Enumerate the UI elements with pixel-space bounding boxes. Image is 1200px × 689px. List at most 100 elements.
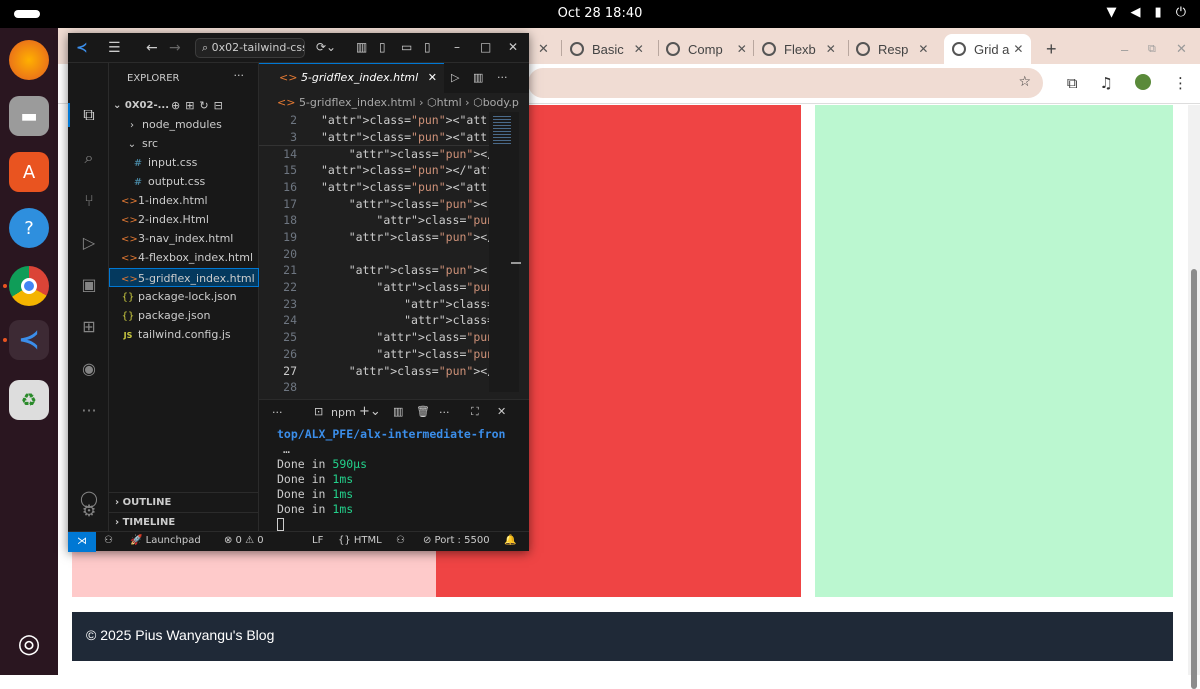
problems-indicator[interactable]: ⊗ 0 ⚠ 0: [224, 535, 264, 546]
language-mode[interactable]: {} HTML: [338, 535, 382, 546]
firefox-icon[interactable]: [9, 40, 49, 80]
explorer-actions[interactable]: ⊕⊞↻⊟: [171, 96, 228, 115]
new-tab-button[interactable]: +: [1046, 34, 1057, 64]
copilot-icon[interactable]: ⚇: [396, 535, 405, 546]
vscode-icon[interactable]: ≺: [9, 320, 49, 360]
code-line[interactable]: 28: [259, 379, 489, 392]
file-1-index[interactable]: <>1-index.html: [109, 191, 259, 210]
terminal-name[interactable]: npm: [331, 406, 356, 419]
files-icon[interactable]: ▬: [9, 96, 49, 136]
media-icon[interactable]: ♫: [1100, 74, 1113, 92]
editor-tab-active[interactable]: <> 5-gridflex_index.html ✕: [259, 63, 444, 93]
close-icon[interactable]: ✕: [538, 41, 549, 57]
extensions-icon[interactable]: ⊞: [78, 317, 100, 339]
code-line[interactable]: 17 "attr">class="pun"><"attr">class="tag…: [259, 196, 489, 213]
code-line[interactable]: 25 "attr">class="pun"></"attr">class="ta…: [259, 329, 489, 346]
address-bar[interactable]: ☆: [528, 68, 1043, 98]
maximize-button[interactable]: □: [480, 40, 491, 54]
volume-icon[interactable]: ◀: [1131, 5, 1141, 20]
toggle-panel-icon[interactable]: ▭: [401, 40, 412, 54]
code-line[interactable]: 22 "attr">class="pun"><"attr">class="tag…: [259, 279, 489, 296]
file-3-nav-index[interactable]: <>3-nav_index.html: [109, 229, 259, 248]
toggle-sidebar-icon[interactable]: ▯: [379, 40, 386, 54]
code-line[interactable]: 20: [259, 246, 489, 263]
tab-resp[interactable]: Resp ✕: [856, 34, 928, 64]
help-icon[interactable]: ?: [9, 208, 49, 248]
tab-grid[interactable]: Grid a ✕: [944, 34, 1032, 64]
power-icon[interactable]: ⏻: [1176, 5, 1186, 20]
settings-gear-icon[interactable]: ⚙: [78, 501, 100, 523]
more-icon[interactable]: ···: [439, 406, 450, 419]
file-5-gridflex-index[interactable]: <>5-gridflex_index.html: [109, 268, 259, 287]
accounts-icon[interactable]: ⚇: [104, 535, 113, 546]
clock[interactable]: Oct 28 18:40: [0, 6, 1200, 21]
close-icon[interactable]: ✕: [826, 42, 836, 56]
extensions-icon[interactable]: ⧉: [1067, 74, 1078, 92]
scrollbar-thumb[interactable]: [1191, 269, 1197, 689]
split-editor-icon[interactable]: ▥: [473, 71, 483, 84]
minimap[interactable]: [489, 112, 521, 392]
workspace-root[interactable]: ⌄ 0X02-... ⊕⊞↻⊟: [109, 96, 259, 115]
menu-icon[interactable]: ⋮: [1173, 74, 1188, 92]
tab-flexb[interactable]: Flexb ✕: [762, 34, 836, 64]
hamburger-menu-icon[interactable]: ☰: [108, 40, 121, 56]
more-actions-icon[interactable]: ···: [234, 69, 245, 82]
code-editor[interactable]: 2 "attr">class="pun"><"attr">class="tag">…: [259, 112, 489, 392]
more-actions-icon[interactable]: ···: [497, 71, 508, 84]
trash-icon[interactable]: ♻: [9, 380, 49, 420]
explorer-icon[interactable]: ⧉: [78, 105, 100, 127]
minimize-button[interactable]: –: [1121, 34, 1128, 64]
more-actions-icon[interactable]: ···: [272, 406, 283, 419]
forward-arrow-icon[interactable]: →: [169, 40, 181, 56]
file-4-flexbox-index[interactable]: <>4-flexbox_index.html: [109, 248, 259, 267]
tab-basic[interactable]: Basic ✕: [570, 34, 644, 64]
bookmark-star-icon[interactable]: ☆: [1018, 74, 1031, 90]
split-terminal-icon[interactable]: ▥: [393, 405, 403, 418]
launchpad-item[interactable]: 🚀 Launchpad: [130, 535, 201, 546]
page-scrollbar[interactable]: [1188, 105, 1200, 689]
run-icon[interactable]: ▷: [451, 71, 459, 84]
notifications-bell-icon[interactable]: 🔔: [504, 535, 516, 546]
maximize-panel-icon[interactable]: ⛶: [471, 405, 479, 419]
file-output-css[interactable]: # output.css: [109, 172, 259, 191]
system-tray[interactable]: ▼ ◀ ▮ ⏻: [1107, 5, 1186, 20]
remote-indicator-icon[interactable]: ⋊: [68, 532, 96, 552]
code-line[interactable]: 19 "attr">class="pun"></"attr">class="ta…: [259, 229, 489, 246]
timeline-section[interactable]: › TIMELINE: [109, 512, 259, 532]
code-line[interactable]: 2 "attr">class="pun"><"attr">class="tag">…: [259, 112, 489, 129]
command-center-search[interactable]: ⌕ 0x02-tailwind-css: [195, 38, 305, 58]
close-panel-icon[interactable]: ✕: [497, 405, 506, 418]
tab-comp[interactable]: Comp ✕: [666, 34, 747, 64]
live-share-icon[interactable]: ◉: [78, 359, 100, 381]
minimize-button[interactable]: –: [454, 40, 460, 54]
trash-icon[interactable]: 🗑: [416, 405, 430, 418]
close-icon[interactable]: ✕: [1013, 42, 1023, 56]
close-window-button[interactable]: ✕: [1176, 34, 1187, 64]
restore-button[interactable]: ⧉: [1148, 34, 1156, 64]
wifi-icon[interactable]: ▼: [1107, 5, 1117, 20]
file-input-css[interactable]: # input.css: [109, 153, 259, 172]
code-line[interactable]: 21 "attr">class="pun"><"attr">class="tag…: [259, 262, 489, 279]
close-icon[interactable]: ✕: [918, 42, 928, 56]
remote-explorer-icon[interactable]: ▣: [78, 275, 100, 297]
code-line[interactable]: 24 "attr">class="pun"><"attr">class="tag…: [259, 312, 489, 329]
live-server-port[interactable]: ⊘ Port : 5500: [423, 535, 490, 546]
outline-section[interactable]: › OUTLINE: [109, 492, 259, 512]
code-line[interactable]: 26 "attr">class="pun"><"attr">class="tag…: [259, 346, 489, 363]
folder-node-modules[interactable]: › node_modules: [109, 115, 259, 134]
layout-icon[interactable]: ▥: [356, 40, 367, 54]
search-icon[interactable]: ⌕: [78, 148, 100, 170]
more-icon[interactable]: ···: [78, 401, 100, 423]
new-terminal-icon[interactable]: +⌄: [359, 404, 381, 419]
file-2-index[interactable]: <>2-index.Html: [109, 210, 259, 229]
code-line[interactable]: 14 "attr">class="pun"></"attr">class="ta…: [259, 145, 489, 162]
app-center-icon[interactable]: A: [9, 152, 49, 192]
code-line[interactable]: 18 "attr">class="pun"><"attr">class="tag…: [259, 212, 489, 229]
close-icon[interactable]: ✕: [737, 42, 747, 56]
source-control-icon[interactable]: ⑂: [78, 191, 100, 213]
show-apps-icon[interactable]: ◎: [9, 624, 49, 664]
file-package-lock[interactable]: {} package-lock.json: [109, 287, 259, 306]
terminal-panel[interactable]: ··· ⊡ npm +⌄ ▥ 🗑 ··· ⛶ ✕ top/ALX_PFE/alx…: [259, 399, 529, 531]
file-tailwind-config[interactable]: JS tailwind.config.js: [109, 325, 259, 344]
code-line[interactable]: 3 "attr">class="pun"><"attr">class="tag">…: [259, 129, 489, 146]
